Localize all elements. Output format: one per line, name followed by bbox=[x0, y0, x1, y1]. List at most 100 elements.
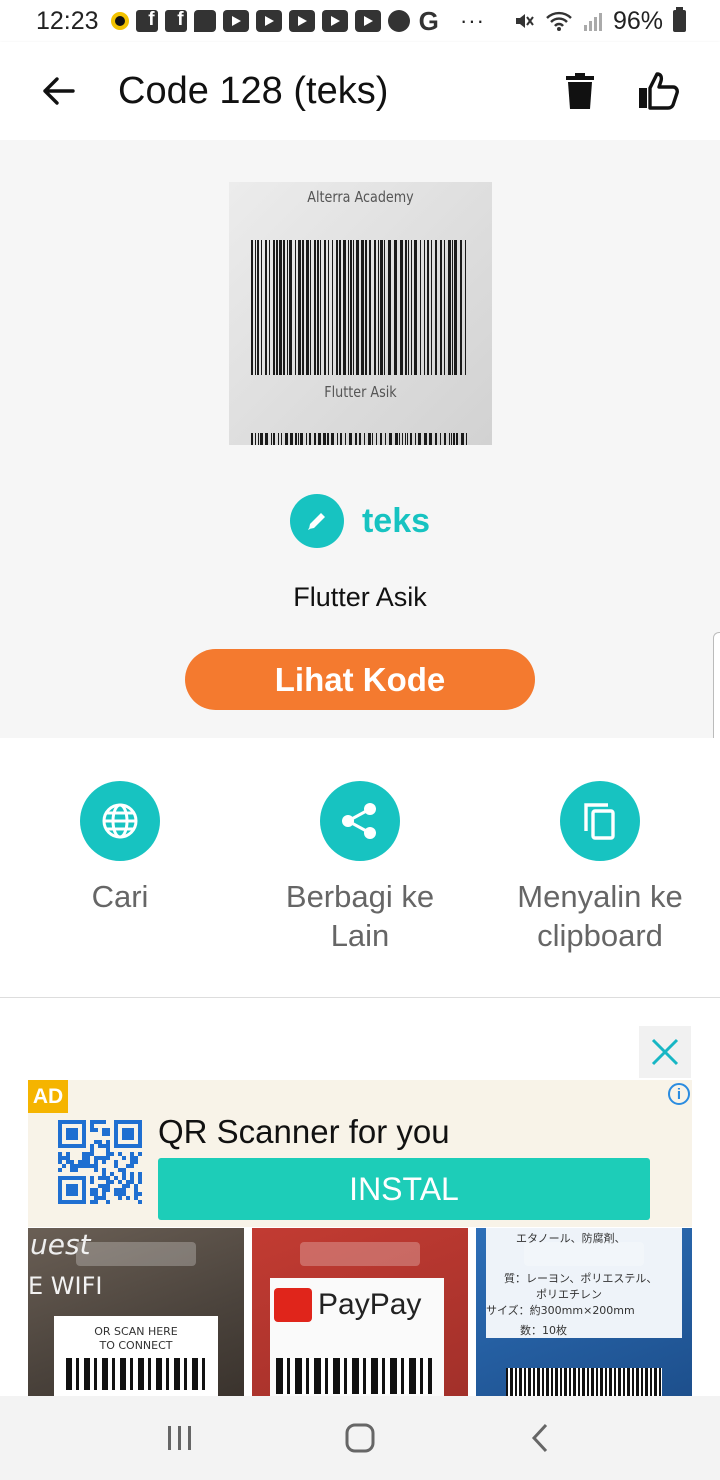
qr-module bbox=[110, 1180, 114, 1184]
share-action-button[interactable] bbox=[320, 781, 400, 861]
qr-module bbox=[86, 1152, 90, 1156]
qr-module bbox=[134, 1184, 138, 1188]
qr-module bbox=[118, 1188, 122, 1192]
qr-module bbox=[130, 1164, 134, 1168]
copy-action-button[interactable] bbox=[560, 781, 640, 861]
barcode-bar bbox=[255, 240, 256, 375]
barcode-bar bbox=[323, 433, 326, 445]
barcode-bar bbox=[361, 240, 364, 375]
search-action-button[interactable] bbox=[80, 781, 160, 861]
battery-icon bbox=[673, 7, 686, 32]
qr-module bbox=[94, 1196, 98, 1200]
qr-module bbox=[98, 1120, 102, 1124]
barcode-bar bbox=[337, 433, 338, 445]
barcode-bar bbox=[448, 240, 451, 375]
barcode-photo: Alterra Academy Flutter Asik bbox=[229, 182, 492, 445]
barcode-bar bbox=[429, 433, 432, 445]
back-button[interactable] bbox=[28, 61, 88, 121]
ad-area: AD i QR Scanner for you INSTAL uest E WI… bbox=[0, 998, 720, 1396]
barcode-bar bbox=[283, 240, 285, 375]
share-action[interactable]: Berbagi ke Lain bbox=[240, 781, 480, 955]
qr-module bbox=[126, 1180, 130, 1184]
qr-module bbox=[106, 1132, 110, 1136]
notification-icons: G bbox=[110, 6, 439, 37]
barcode-bar bbox=[424, 433, 427, 445]
barcode-bar bbox=[251, 240, 253, 375]
delete-button[interactable] bbox=[554, 65, 606, 117]
barcode-bar bbox=[290, 433, 293, 445]
qr-module bbox=[82, 1156, 86, 1160]
shot-paypay-qr bbox=[276, 1358, 432, 1394]
barcode-bar bbox=[431, 240, 432, 375]
qr-module bbox=[102, 1172, 106, 1176]
qr-module bbox=[66, 1152, 70, 1156]
qr-module bbox=[58, 1156, 62, 1160]
qr-module bbox=[106, 1148, 110, 1152]
barcode-bar bbox=[410, 433, 412, 445]
qr-module bbox=[90, 1176, 94, 1180]
app-bar-actions bbox=[554, 65, 684, 117]
barcode-bar bbox=[359, 433, 361, 445]
qr-module bbox=[102, 1168, 106, 1172]
barcode-photo-bottom-text: Flutter Asik bbox=[324, 383, 397, 401]
ad-screenshots[interactable]: uest E WIFI OR SCAN HERE TO CONNECT PayP… bbox=[28, 1228, 692, 1396]
chat-icon bbox=[193, 10, 216, 32]
barcode-bar bbox=[350, 240, 352, 375]
shot-paypay-card: PayPay bbox=[270, 1278, 444, 1396]
qr-module bbox=[118, 1168, 122, 1172]
barcode-bar bbox=[349, 433, 352, 445]
barcode-bar bbox=[380, 240, 383, 375]
qr-module bbox=[102, 1184, 106, 1188]
qr-module bbox=[94, 1128, 98, 1132]
wifi-icon bbox=[546, 11, 572, 31]
barcode-bar bbox=[465, 240, 466, 375]
like-button[interactable] bbox=[632, 65, 684, 117]
qr-module bbox=[118, 1196, 122, 1200]
search-action[interactable]: Cari bbox=[0, 781, 240, 916]
youtube-icon bbox=[288, 10, 315, 32]
paypay-logo-icon bbox=[274, 1288, 312, 1322]
barcode-bar bbox=[424, 240, 425, 375]
qr-module bbox=[126, 1164, 130, 1168]
barcode-bar bbox=[295, 433, 297, 445]
barcode-bar bbox=[420, 240, 421, 375]
barcode-bar bbox=[364, 433, 365, 445]
barcode-bar bbox=[407, 433, 408, 445]
barcode-bar bbox=[298, 240, 301, 375]
copy-action[interactable]: Menyalin ke clipboard bbox=[480, 781, 720, 955]
qr-module bbox=[94, 1160, 98, 1164]
ad-close-button[interactable] bbox=[639, 1026, 691, 1078]
barcode-bar bbox=[278, 433, 279, 445]
qr-module bbox=[106, 1188, 110, 1192]
back-nav-button[interactable] bbox=[510, 1408, 570, 1468]
qr-module bbox=[122, 1184, 126, 1188]
recent-apps-button[interactable] bbox=[150, 1408, 210, 1468]
battery-percent: 96% bbox=[612, 6, 663, 35]
view-code-button[interactable]: Lihat Kode bbox=[185, 649, 535, 710]
barcode-bars bbox=[251, 240, 466, 375]
barcode-bar bbox=[385, 433, 386, 445]
install-button[interactable]: INSTAL bbox=[158, 1158, 650, 1220]
barcode-bar bbox=[435, 240, 437, 375]
barcode-bar bbox=[287, 240, 288, 375]
qr-module bbox=[106, 1156, 110, 1160]
qr-module bbox=[114, 1192, 118, 1196]
qr-module bbox=[122, 1172, 126, 1176]
barcode-bar bbox=[402, 433, 403, 445]
qr-module bbox=[82, 1164, 86, 1168]
ad-info-icon[interactable]: i bbox=[668, 1083, 690, 1105]
pencil-icon bbox=[307, 513, 325, 530]
qr-module bbox=[70, 1160, 74, 1164]
edit-type-button[interactable] bbox=[289, 494, 344, 548]
home-button[interactable] bbox=[330, 1408, 390, 1468]
qr-module bbox=[122, 1192, 126, 1196]
qr-module bbox=[102, 1156, 106, 1160]
qr-module bbox=[102, 1196, 106, 1200]
qr-module bbox=[102, 1192, 106, 1196]
qr-module bbox=[110, 1172, 114, 1176]
qr-module bbox=[90, 1188, 94, 1192]
barcode-bar bbox=[376, 433, 377, 445]
qr-module bbox=[106, 1144, 110, 1148]
barcode-bar bbox=[356, 240, 359, 375]
ad-banner[interactable]: AD i QR Scanner for you INSTAL bbox=[28, 1080, 692, 1227]
